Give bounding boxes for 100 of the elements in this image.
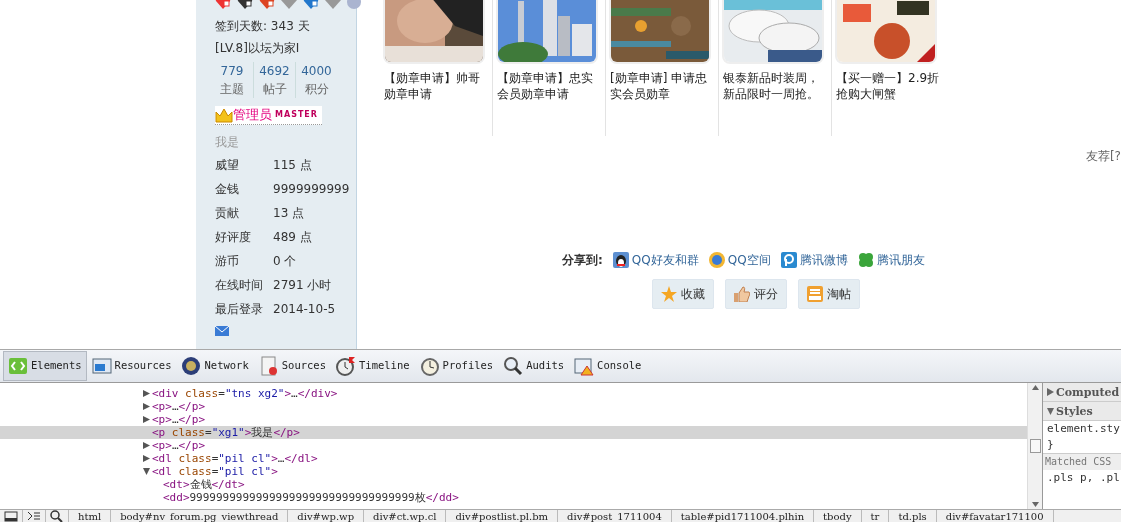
css-rule-text: element.sty — [1046, 421, 1121, 437]
devtools-tab[interactable]: Console — [569, 351, 647, 381]
stat-label: 积分 — [303, 81, 330, 98]
expand-arrow-icon[interactable] — [142, 455, 150, 462]
share-link[interactable]: 腾讯朋友 — [857, 251, 925, 269]
devtools-tab[interactable]: Timeline — [331, 351, 415, 381]
expand-arrow-icon[interactable] — [142, 390, 150, 397]
field-value: 13 点 — [273, 205, 305, 222]
dom-line[interactable]: <dd>9999999999999999999999999999999999枚</dd> — [163, 491, 459, 504]
code-icon — [8, 356, 28, 376]
section-header[interactable]: Styles — [1043, 402, 1121, 421]
field-label: 金钱 — [215, 181, 240, 198]
section-header[interactable]: Computed — [1043, 383, 1121, 402]
matched-css-header: Matched CSS — [1043, 453, 1121, 470]
breadcrumb-item[interactable]: html — [69, 510, 112, 522]
stat-count[interactable]: 779 — [211, 62, 253, 80]
dom-line[interactable]: <p>…</p> — [152, 439, 205, 452]
user-level: [LV.8]以坛为家I — [215, 40, 301, 57]
dom-line[interactable]: <div class="tns xg2">…</div> — [152, 387, 338, 400]
share-link[interactable]: QQ好友和群 — [612, 251, 699, 269]
console-icon — [574, 356, 595, 376]
devtools-tab[interactable]: Profiles — [414, 351, 499, 381]
penguin-icon — [612, 252, 629, 268]
field-value: 489 点 — [273, 229, 312, 246]
breadcrumb-item[interactable]: body#nv_forum.pg_viewthread — [111, 510, 289, 522]
favorite-button[interactable]: 收藏 — [652, 279, 714, 309]
expand-arrow-icon[interactable] — [142, 403, 150, 410]
expand-arrow-icon — [1047, 388, 1054, 396]
dom-line[interactable]: <dl class="pil cl"> — [152, 465, 278, 478]
crown-icon — [215, 107, 233, 123]
stat-count[interactable]: 4692 — [254, 62, 295, 80]
recommend-label[interactable]: 友荐[? — [1085, 147, 1121, 165]
breadcrumb-item[interactable]: div#post_1711004 — [558, 510, 672, 522]
scroll-up-icon[interactable] — [1031, 385, 1039, 390]
devtools-tab[interactable]: Elements — [3, 351, 87, 381]
share-link[interactable]: 腾讯微博 — [780, 251, 848, 269]
dom-line[interactable]: <p class="xg1">我是</p> — [152, 426, 300, 439]
devtools-tab[interactable]: Network — [176, 351, 254, 381]
stat-label: 主题 — [219, 81, 245, 98]
weibo-icon — [780, 252, 797, 268]
document-icon — [258, 356, 279, 376]
field-value: 9999999999 — [273, 181, 350, 198]
stopwatch-icon — [336, 356, 356, 376]
dom-line[interactable]: <dt>金钱</dt> — [163, 478, 245, 491]
field-label: 游币 — [215, 253, 240, 270]
stat-count[interactable]: 4000 — [296, 62, 337, 80]
field-label: 威望 — [215, 157, 240, 174]
expand-arrow-icon[interactable] — [142, 416, 150, 423]
field-label: 贡献 — [215, 205, 240, 222]
clover-icon — [857, 252, 874, 268]
post-title-link[interactable]: 【买一赠一】2.9折抢购大闸蟹 — [836, 70, 940, 102]
scroll-down-icon[interactable] — [1031, 502, 1039, 507]
post-title-link[interactable]: 【勋章申请】忠实会员勋章申请 — [497, 70, 601, 102]
envelope-icon[interactable] — [215, 325, 229, 336]
breadcrumb-item[interactable]: td.pls — [889, 510, 937, 522]
breadcrumb-item[interactable]: div#wp.wp — [288, 510, 365, 522]
checkin-days: 签到天数: 343 天 — [215, 15, 344, 37]
rate-button[interactable]: 评分 — [725, 279, 787, 309]
stat-label: 帖子 — [261, 81, 288, 98]
devtools-tab[interactable]: Resources — [86, 351, 177, 381]
field-label: 在线时间 — [215, 277, 264, 294]
tray-icon — [807, 286, 823, 302]
css-rule-text: } — [1046, 437, 1055, 453]
field-label: 好评度 — [215, 229, 252, 246]
dom-line[interactable]: <p>…</p> — [152, 413, 205, 426]
collect-button[interactable]: 淘帖 — [798, 279, 860, 309]
breadcrumb-item[interactable]: table#pid1711004.plhin — [671, 510, 815, 522]
breadcrumb-item[interactable]: div#ct.wp.cl — [364, 510, 447, 522]
dom-line[interactable]: <p>…</p> — [152, 400, 205, 413]
devtools-tab[interactable]: Sources — [253, 351, 331, 381]
field-value: 2014-10-5 — [273, 301, 336, 318]
post-title-link[interactable]: [勋章申请] 申请忠实会员勋章 — [610, 70, 714, 102]
share-link[interactable]: QQ空间 — [708, 251, 771, 269]
admin-badge: 管理员 MASTER — [215, 106, 322, 125]
field-label: 最后登录 — [215, 301, 264, 318]
magnifier-icon — [503, 356, 524, 376]
scroll-thumb[interactable] — [1029, 439, 1041, 453]
breadcrumb-item[interactable]: tbody — [814, 510, 862, 522]
breadcrumb-item[interactable]: div#favatar171100 — [936, 510, 1054, 522]
css-selector: .pls p, .pl — [1046, 470, 1121, 486]
devtools-tab[interactable]: Audits — [498, 351, 570, 381]
dock-icon[interactable] — [4, 510, 18, 522]
console-toggle-icon[interactable] — [27, 510, 41, 522]
window-icon — [91, 356, 112, 376]
thumbs-up-icon — [734, 286, 750, 302]
post-title-link[interactable]: 银泰新品时装周，新品限时一周抢。 — [723, 70, 827, 102]
share-label: 分享到: — [562, 252, 603, 269]
breadcrumb-item[interactable]: div#postlist.pl.bm — [446, 510, 559, 522]
dom-line[interactable]: <dl class="pil cl">…</dl> — [152, 452, 318, 465]
expand-arrow-icon[interactable] — [142, 442, 150, 449]
field-value: 115 点 — [273, 157, 312, 174]
globe-icon — [181, 356, 202, 376]
breadcrumb-item[interactable]: tr — [861, 510, 890, 522]
search-icon[interactable] — [50, 510, 64, 522]
star-icon — [661, 286, 677, 302]
expand-arrow-icon — [1047, 407, 1054, 415]
expand-arrow-icon[interactable] — [142, 468, 150, 475]
post-title-link[interactable]: 【勋章申请】帅哥勋章申请 — [384, 70, 488, 102]
clock-icon — [419, 356, 440, 376]
field-value: 0 个 — [273, 253, 297, 270]
